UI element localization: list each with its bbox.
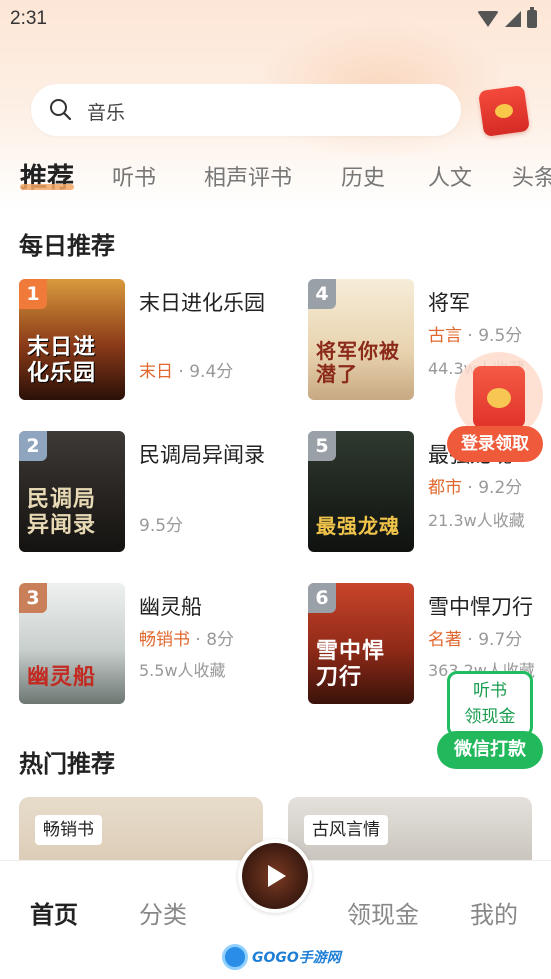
book-cover: 民调局异闻录 2 [19, 431, 125, 552]
book-category: 末日 [139, 362, 173, 382]
rank-badge: 1 [19, 279, 47, 309]
hot-section-title: 热门推荐 [19, 750, 115, 778]
book-title: 民调局异闻录 [139, 443, 265, 467]
nav-earn-cash[interactable]: 领现金 [347, 895, 419, 930]
rank-badge: 2 [19, 431, 47, 461]
status-icons [477, 7, 537, 28]
hot-card-tag: 古风言情 [304, 815, 388, 845]
tab-humanities[interactable]: 人文 [428, 160, 472, 192]
nav-home[interactable]: 首页 [30, 895, 78, 930]
cover-title: 幽灵船 [27, 664, 97, 690]
wechat-payout-pill: 微信打款 [437, 731, 543, 769]
active-tab-indicator [20, 184, 74, 190]
bottom-nav: 首页 分类 领现金 我的 GOGO手游网 [0, 839, 551, 979]
tab-history[interactable]: 历史 [341, 160, 385, 192]
book-meta: 都市 · 9.2分 [428, 478, 523, 498]
watermark-text: GOGO手游网 [252, 950, 341, 966]
book-meta: 9.5分 [139, 511, 183, 536]
book-cover: 雪中悍刀行 6 [308, 583, 414, 704]
cover-title: 末日进化乐园 [27, 335, 97, 386]
rank-badge: 4 [308, 279, 336, 309]
book-category: 古言 [428, 326, 462, 346]
book-score: 9.5分 [139, 516, 184, 536]
watermark-logo-icon [222, 944, 248, 970]
book-card[interactable]: 幽灵船 3 幽灵船 畅销书 · 8分 5.5w人收藏 [19, 583, 289, 707]
red-packet-icon [473, 366, 525, 428]
book-category: 名著 [428, 630, 462, 650]
book-title: 幽灵船 [139, 595, 202, 619]
battery-icon [527, 7, 537, 28]
book-title: 雪中悍刀行 [428, 595, 533, 619]
book-score: 9.4分 [189, 362, 234, 382]
category-tabs: 推荐 听书 相声评书 历史 人文 头条 [0, 150, 551, 200]
hot-card-tag: 畅销书 [35, 815, 102, 845]
signal-icon [505, 11, 521, 27]
book-score: 9.5分 [478, 326, 523, 346]
book-meta: 古言 · 9.5分 [428, 326, 523, 346]
book-stats: 5.5w人收藏 [139, 661, 226, 680]
daily-section-title: 每日推荐 [19, 232, 115, 260]
nav-mine[interactable]: 我的 [470, 895, 518, 930]
listen-cash-line2: 领现金 [464, 707, 516, 727]
login-reward-label: 登录领取 [447, 426, 543, 462]
book-cover: 最强龙魂 5 [308, 431, 414, 552]
search-placeholder: 音乐 [87, 102, 126, 124]
book-title: 末日进化乐园 [139, 291, 265, 315]
tab-crosstalk[interactable]: 相声评书 [204, 160, 292, 192]
book-stats: 21.3w人收藏 [428, 511, 525, 530]
rank-badge: 3 [19, 583, 47, 613]
book-card[interactable]: 民调局异闻录 2 民调局异闻录 9.5分 [19, 431, 289, 555]
red-packet-icon[interactable] [478, 85, 530, 137]
book-cover: 将军你被潜了 4 [308, 279, 414, 400]
book-title: 将军 [428, 291, 470, 315]
listen-cash-float[interactable]: 听书 领现金 微信打款 [437, 671, 543, 771]
cover-title: 将军你被潜了 [316, 339, 400, 386]
book-category: 畅销书 [139, 630, 190, 650]
book-score: 9.2分 [478, 478, 523, 498]
watermark: GOGO手游网 [222, 943, 341, 971]
book-meta: 名著 · 9.7分 [428, 630, 523, 650]
book-cover: 末日进化乐园 1 [19, 279, 125, 400]
status-time: 2:31 [10, 8, 47, 29]
book-cover: 幽灵船 3 [19, 583, 125, 704]
rank-badge: 5 [308, 431, 336, 461]
wifi-icon [477, 11, 499, 27]
cover-title: 民调局异闻录 [27, 487, 97, 538]
book-meta: 末日 · 9.4分 [139, 362, 234, 382]
book-category: 都市 [428, 478, 462, 498]
listen-cash-line1: 听书 [473, 681, 507, 701]
login-reward-float[interactable]: 登录领取 [447, 352, 543, 464]
tab-headlines[interactable]: 头条 [512, 160, 551, 192]
search-icon [50, 99, 71, 120]
book-score: 9.7分 [478, 630, 523, 650]
book-card[interactable]: 末日进化乐园 1 末日进化乐园 末日 · 9.4分 [19, 279, 289, 403]
search-input[interactable]: 音乐 [31, 84, 461, 136]
status-bar: 2:31 [0, 0, 551, 40]
center-play-button[interactable] [238, 839, 312, 913]
tab-audiobook[interactable]: 听书 [112, 160, 156, 192]
cover-title: 最强龙魂 [316, 514, 400, 538]
book-score: 8分 [206, 630, 235, 650]
rank-badge: 6 [308, 583, 336, 613]
book-meta: 畅销书 · 8分 [139, 630, 235, 650]
listen-cash-card: 听书 领现金 [447, 671, 533, 737]
play-icon [268, 865, 286, 887]
cover-title: 雪中悍刀行 [316, 639, 386, 690]
nav-category[interactable]: 分类 [139, 895, 187, 930]
